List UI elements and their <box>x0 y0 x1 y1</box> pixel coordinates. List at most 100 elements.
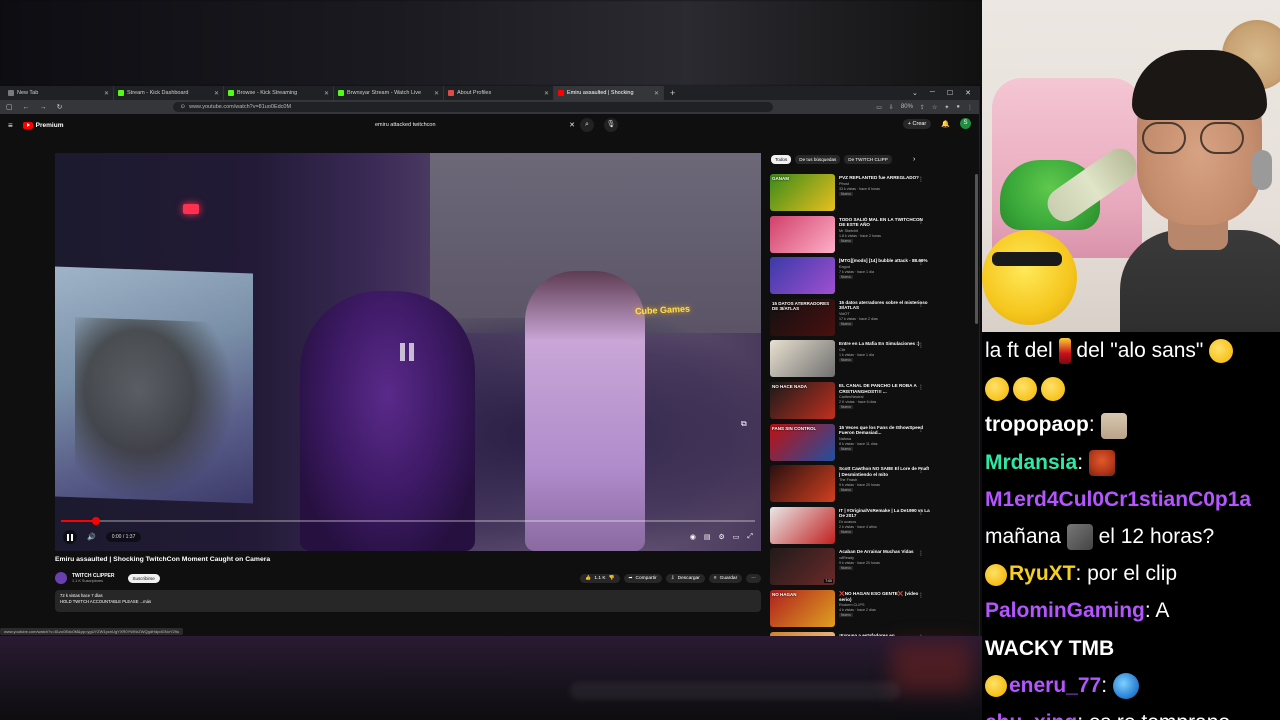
more-options-icon[interactable]: ⋮ <box>918 342 924 349</box>
share-icon[interactable]: ⇪ <box>920 104 925 111</box>
browser-tab[interactable]: Brwnsyar Stream - Watch Live ✕ <box>334 86 444 100</box>
notifications-bell-icon[interactable]: 🔔 <box>941 120 950 128</box>
subscribe-button[interactable]: Suscribirse <box>127 573 160 583</box>
video-thumbnail[interactable] <box>770 257 835 295</box>
pause-button[interactable] <box>63 530 77 544</box>
center-pause-icon[interactable] <box>400 343 416 361</box>
related-video-item[interactable]: 15 DATOS ATERRADORES DE 3I/ATLAS 15 datos… <box>770 298 930 341</box>
chips-next-icon[interactable]: › <box>913 156 915 163</box>
more-options-icon[interactable]: ⋮ <box>918 550 924 557</box>
browser-tab[interactable]: Browse - Kick Streaming ✕ <box>224 86 334 100</box>
tab-close-icon[interactable]: ✕ <box>654 90 659 97</box>
related-video-channel[interactable]: Mr Sketchit <box>839 229 930 233</box>
download-button[interactable]: ⇩ Descargar <box>665 573 705 583</box>
related-video-title[interactable]: EL CANAL DE PANCHO LE ROBA A CRISTIANGHO… <box>839 383 930 394</box>
tab-close-icon[interactable]: ✕ <box>324 90 329 97</box>
extensions-icon[interactable]: ✦ <box>944 104 949 111</box>
page-scrollbar[interactable] <box>975 174 978 324</box>
filter-chip[interactable]: De tus búsquedas <box>795 155 841 164</box>
video-thumbnail[interactable] <box>770 215 835 253</box>
hamburger-menu-icon[interactable]: ≡ <box>8 121 13 130</box>
clear-search-icon[interactable]: ✕ <box>569 121 575 129</box>
related-video-channel[interactable]: Nafusa <box>839 437 930 441</box>
video-thumbnail[interactable]: NO HAGAN <box>770 589 835 627</box>
related-video-channel[interactable]: Clix <box>839 348 930 352</box>
more-options-icon[interactable]: ⋮ <box>918 384 924 391</box>
related-video-item[interactable]: NO HAGAN ❌NO HAGAN ESO GENTE❌ (video seri… <box>770 589 930 632</box>
related-video-title[interactable]: Acaban De Arrainar Muchas Vidas <box>839 549 930 555</box>
settings-gear-icon[interactable]: ⚙ <box>718 533 724 541</box>
zoom-indicator[interactable]: 80% <box>901 104 913 111</box>
tab-close-icon[interactable]: ✕ <box>434 90 439 97</box>
video-thumbnail[interactable] <box>770 506 835 544</box>
related-video-channel[interactable]: The Fnash <box>839 478 930 482</box>
autoplay-toggle-icon[interactable]: ◉ <box>690 533 696 541</box>
close-window-icon[interactable]: ✕ <box>965 89 971 97</box>
related-video-item[interactable]: Entre en La Mafia En Simulaciones :) Clix… <box>770 340 930 382</box>
new-tab-button[interactable]: + <box>664 88 681 98</box>
related-video-channel[interactable]: xdReady <box>839 556 930 560</box>
video-progress-bar[interactable] <box>61 517 755 525</box>
related-video-item[interactable]: Scott Cawthon NO SABE El Lore de Fnaf! |… <box>770 465 930 507</box>
video-thumbnail[interactable]: NO HACE NADA <box>770 381 835 419</box>
filter-chip[interactable]: Todos <box>771 155 792 164</box>
video-thumbnail[interactable]: 15 DATOS ATERRADORES DE 3I/ATLAS <box>770 298 835 336</box>
related-video-item[interactable]: FANS SIN CONTROL 15 Veces que los Fans de… <box>770 423 930 466</box>
volume-icon[interactable]: 🔊 <box>87 533 96 541</box>
more-actions-button[interactable]: ⋯ <box>746 573 761 583</box>
related-video-title[interactable]: ❌NO HAGAN ESO GENTE❌ (video serio) <box>839 591 930 602</box>
progress-scrubber[interactable] <box>91 517 100 525</box>
share-button[interactable]: ➦ Compartir <box>623 573 662 583</box>
install-icon[interactable]: ⇩ <box>889 104 894 111</box>
browser-tab[interactable]: Emiru assaulted | Shocking ✕ <box>554 86 664 100</box>
related-video-title[interactable]: Entre en La Mafia En Simulaciones :) <box>839 341 930 347</box>
related-video-item[interactable]: NO HACE NADA EL CANAL DE PANCHO LE ROBA A… <box>770 381 930 424</box>
related-video-title[interactable]: PVZ REPLANTED fue ARREGLADO? <box>839 175 930 181</box>
channel-avatar[interactable] <box>55 572 67 584</box>
related-video-title[interactable]: Scott Cawthon NO SABE El Lore de Fnaf! |… <box>839 466 930 477</box>
related-video-channel[interactable]: CaritenNeutral <box>839 395 930 399</box>
related-video-title[interactable]: IT | #OriginalVsRemake | La De1990 vs La… <box>839 508 930 519</box>
related-video-channel[interactable]: Pfrost <box>839 182 930 186</box>
related-video-item[interactable]: GANAM PVZ REPLANTED fue ARREGLADO? Pfrost 3… <box>770 174 930 216</box>
thumbs-down-icon[interactable]: 👎 <box>609 576 615 581</box>
browser-tab[interactable]: About Profiles ✕ <box>444 86 554 100</box>
related-video-item[interactable]: [MTG][mods] [14] bubble attack - 88.69% E… <box>770 257 930 299</box>
fullscreen-icon[interactable]: ⤢ <box>747 533 753 541</box>
related-video-title[interactable]: 15 datos aterradores sobre el misterioso… <box>839 300 930 311</box>
tab-close-icon[interactable]: ✕ <box>104 90 109 97</box>
profile-icon[interactable]: ● <box>956 104 960 111</box>
bookmark-star-icon[interactable]: ☆ <box>932 104 937 111</box>
forward-icon[interactable]: → <box>40 104 47 111</box>
tab-close-icon[interactable]: ✕ <box>214 90 219 97</box>
minimize-icon[interactable]: ─ <box>930 89 935 97</box>
more-options-icon[interactable]: ⋮ <box>918 218 924 225</box>
related-video-item[interactable]: 7:00 Acaban De Arrainar Muchas Vidas xdRea… <box>770 548 930 590</box>
video-thumbnail[interactable]: GANAM <box>770 174 835 211</box>
reload-icon[interactable]: ↻ <box>57 103 63 111</box>
related-video-channel[interactable]: Dr ocasos <box>839 520 930 524</box>
video-thumbnail[interactable] <box>770 340 835 378</box>
more-options-icon[interactable]: ⋮ <box>918 592 924 599</box>
browser-tab[interactable]: Stream - Kick Dashboard ✕ <box>114 86 224 100</box>
video-thumbnail[interactable]: FANS SIN CONTROL <box>770 423 835 461</box>
search-button[interactable]: ⌕ <box>580 118 594 132</box>
related-video-title[interactable]: 15 Veces que los Fans de IShowSpeed Fuer… <box>839 425 930 436</box>
related-video-item[interactable]: TODO SALIÓ MAL EN LA TWITCHCON DE ESTE A… <box>770 215 930 258</box>
back-icon[interactable]: ← <box>23 104 30 111</box>
subtitles-icon[interactable]: ▤ <box>704 533 711 541</box>
site-info-icon[interactable]: ⊙ <box>181 104 186 110</box>
more-options-icon[interactable]: ⋮ <box>918 509 924 516</box>
tab-list-icon[interactable]: ⌄ <box>912 89 918 97</box>
save-button[interactable]: ≡ Guardar <box>708 573 743 583</box>
browser-tab[interactable]: New Tab ✕ <box>4 86 114 100</box>
video-thumbnail[interactable] <box>770 465 835 503</box>
create-button[interactable]: + Crear <box>902 118 932 129</box>
related-video-title[interactable]: [MTG][mods] [14] bubble attack - 88.69% <box>839 258 930 264</box>
filter-chip[interactable]: De TWITCH CLIPP <box>844 155 892 164</box>
video-player[interactable]: Cube Games ⧉ 🔊 0:00 / 1:37 ◉ ▤ ⚙ ▭ ⤢ <box>55 153 761 551</box>
more-options-icon[interactable]: ⋮ <box>918 259 924 266</box>
related-video-channel[interactable]: Eagod <box>839 265 930 269</box>
related-video-channel[interactable]: VidOT <box>839 312 930 316</box>
related-video-title[interactable]: TODO SALIÓ MAL EN LA TWITCHCON DE ESTE A… <box>839 217 930 228</box>
